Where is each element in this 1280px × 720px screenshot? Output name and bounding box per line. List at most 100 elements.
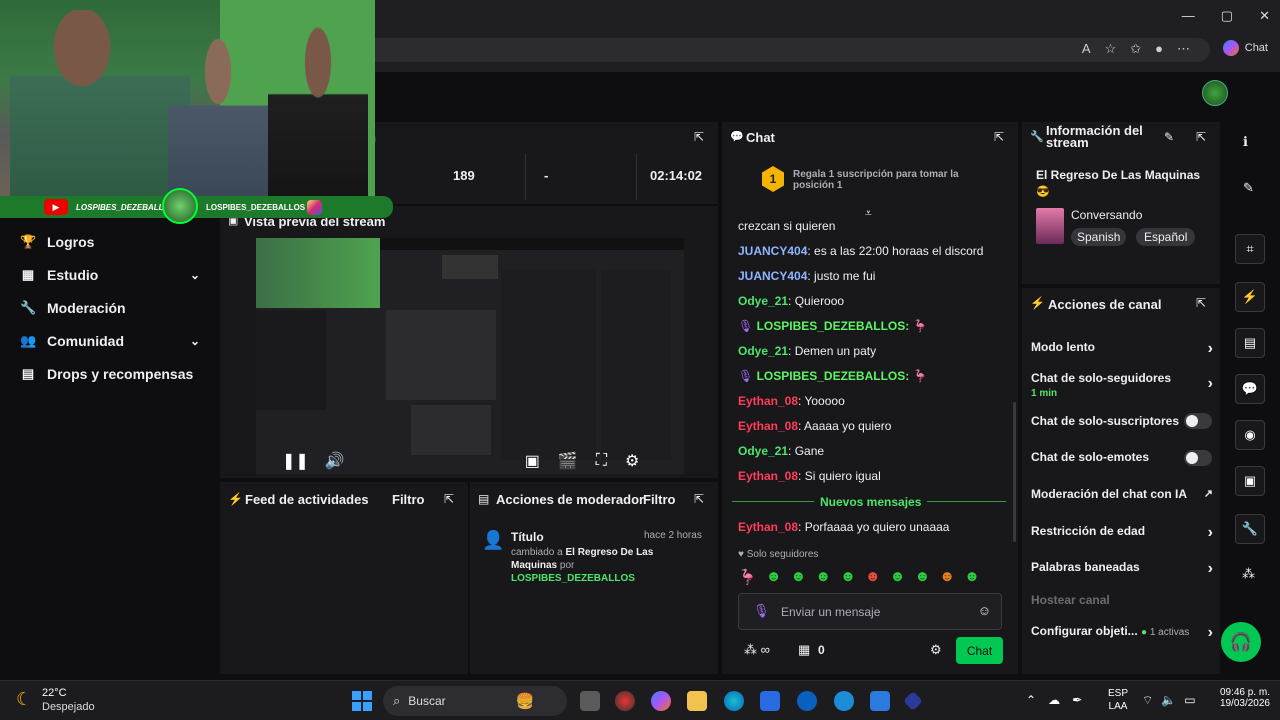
mod-view-icon[interactable]: ▣ xyxy=(1235,466,1265,496)
chat-bubble-icon[interactable]: 💬 xyxy=(1235,374,1265,404)
user-avatar[interactable] xyxy=(1202,80,1228,106)
subs-only-toggle[interactable] xyxy=(1184,413,1212,429)
volume-icon[interactable]: 🔊 xyxy=(325,451,345,471)
emote-icon[interactable]: ☻ xyxy=(840,568,856,586)
language-indicator[interactable]: ESP LAA xyxy=(1108,687,1128,713)
emote-icon[interactable]: ☻ xyxy=(766,568,782,586)
document-icon[interactable]: ▤ xyxy=(1235,328,1265,358)
edge-icon[interactable] xyxy=(724,691,744,711)
screen-capture-icon[interactable]: ⌗ xyxy=(1235,234,1265,264)
settings-icon[interactable]: ⚙ xyxy=(625,451,639,471)
emote-icon[interactable]: ☻ xyxy=(815,568,831,586)
slow-mode-row[interactable]: Modo lento › xyxy=(1031,340,1213,358)
app-icon[interactable] xyxy=(903,691,923,711)
favorite-icon[interactable]: ☆ xyxy=(1105,41,1117,57)
sidebar-item-estudio[interactable]: ▦ Estudio ⌄ xyxy=(0,258,218,291)
emote-icon[interactable]: ☻ xyxy=(790,568,806,586)
banned-words-row[interactable]: Palabras baneadas › xyxy=(1031,560,1213,578)
emote-row: 🦩 ☻ ☻ ☻ ☻ ☻ ☻ ☻ ☻ ☻ xyxy=(738,568,980,586)
popout-icon[interactable]: ⇱ xyxy=(694,492,704,506)
chat-settings-icon[interactable]: ⚙ xyxy=(930,642,942,658)
category-name[interactable]: Conversando xyxy=(1071,208,1142,222)
entry-user[interactable]: LOSPIBES_DEZEBALLOS xyxy=(511,573,635,584)
wrench-icon[interactable]: 🔧 xyxy=(1235,514,1265,544)
sidebar-item-drops[interactable]: ▤ Drops y recompensas xyxy=(0,357,218,390)
sidebar-item-comunidad[interactable]: 👥 Comunidad ⌄ xyxy=(0,324,218,357)
goals-row[interactable]: Configurar objeti... ● 1 activas › xyxy=(1031,624,1213,642)
channel-logo xyxy=(162,188,198,224)
emotes-only-toggle[interactable] xyxy=(1184,450,1212,466)
mail-icon[interactable] xyxy=(870,691,890,711)
chevron-down-icon: ⌄ xyxy=(189,333,200,348)
help-headset-icon[interactable]: 🎧 xyxy=(1221,622,1261,662)
mod-filter-button[interactable]: Filtro xyxy=(643,492,676,507)
tag-chip[interactable]: Spanish xyxy=(1071,228,1127,246)
popout-icon[interactable]: ⇱ xyxy=(694,130,704,144)
cloud-icon[interactable]: ☁ xyxy=(1048,693,1060,707)
more-icon[interactable]: ⋯ xyxy=(1177,41,1190,57)
send-chat-button[interactable]: Chat xyxy=(956,637,1003,664)
browser-app-icon[interactable] xyxy=(834,691,854,711)
chat-message: Eythan_08: Aaaaa yo quiero xyxy=(738,419,892,433)
pip-icon[interactable]: ▣ xyxy=(525,451,540,471)
maximize-button[interactable]: ▢ xyxy=(1221,8,1233,24)
chat-input[interactable]: 🎙 Enviar un mensaje ☺ xyxy=(738,593,1002,630)
pause-icon[interactable]: ❚❚ xyxy=(282,451,309,471)
user-card-icon: 👤 xyxy=(482,530,505,550)
ai-moderation-row[interactable]: Moderación del chat con IA ↗ xyxy=(1031,487,1213,505)
clock[interactable]: 09:46 p. m. 19/03/2026 xyxy=(1220,687,1270,709)
emote-icon[interactable]: 🦩 xyxy=(738,568,757,586)
followers-only-row[interactable]: Chat de solo-seguidores 1 min › xyxy=(1031,371,1213,399)
copilot-app-icon[interactable] xyxy=(651,691,671,711)
emote-icon[interactable]: ☻ xyxy=(964,568,980,586)
favorites-list-icon[interactable]: ✩ xyxy=(1130,41,1141,57)
info-icon[interactable]: ℹ xyxy=(1243,134,1248,150)
pen-icon[interactable]: ✒ xyxy=(1072,693,1082,707)
minimize-button[interactable]: — xyxy=(1182,8,1195,24)
stream-preview[interactable]: ❚❚ 🔊 ▣ 🎬 ⛶ ⚙ xyxy=(256,238,684,474)
popout-icon[interactable]: ⇱ xyxy=(994,130,1004,144)
edit-icon[interactable]: ✎ xyxy=(1164,130,1174,144)
lightning-icon[interactable]: ⚡ xyxy=(1235,282,1265,312)
close-button[interactable]: ✕ xyxy=(1259,8,1270,24)
emote-icon[interactable]: ☻ xyxy=(914,568,930,586)
sidebar-item-logros[interactable]: 🏆 Logros xyxy=(0,225,218,258)
sidebar-item-moderacion[interactable]: 🔧 Moderación xyxy=(0,291,218,324)
tag-chip[interactable]: Español xyxy=(1136,228,1196,246)
taskbar-search[interactable]: ⌕ Buscar 🍔 xyxy=(383,686,567,716)
emote-icon[interactable]: ☻ xyxy=(865,568,881,586)
age-restriction-row[interactable]: Restricción de edad › xyxy=(1031,524,1213,542)
channel-points-icon[interactable]: ⁂ ∞ xyxy=(744,642,770,658)
emote-icon[interactable]: ☻ xyxy=(890,568,906,586)
hp-icon[interactable] xyxy=(797,691,817,711)
tray-status-icons[interactable]: ⌔ 🔈 ▭ xyxy=(1142,693,1196,708)
store-app-icon[interactable] xyxy=(760,691,780,711)
obs-icon[interactable] xyxy=(615,691,635,711)
viewers-count: - xyxy=(544,168,549,183)
task-view-icon[interactable] xyxy=(580,691,600,711)
file-explorer-icon[interactable] xyxy=(687,691,707,711)
popout-icon[interactable]: ⇱ xyxy=(1196,296,1206,310)
chat-scrollbar[interactable] xyxy=(1013,402,1016,542)
collapse-icon[interactable]: ⩡ xyxy=(865,206,872,221)
popout-icon[interactable]: ⇱ xyxy=(444,492,454,506)
weather-text: Despejado xyxy=(42,701,95,713)
clip-icon[interactable]: 🎬 xyxy=(558,451,578,471)
wifi-icon: ⌔ xyxy=(1142,693,1154,707)
fullscreen-icon[interactable]: ⛶ xyxy=(596,452,607,470)
emote-icon[interactable]: ☻ xyxy=(939,568,955,586)
preview-panel: Vista previa del stream ▣ ❚❚ 🔊 ▣ 🎬 ⛶ ⚙ xyxy=(220,206,718,478)
gift-leaderboard-text[interactable]: Regala 1 suscripción para tomar la posic… xyxy=(793,169,973,191)
copilot-button[interactable]: Chat xyxy=(1222,40,1268,56)
feed-filter-button[interactable]: Filtro xyxy=(392,492,425,507)
pencil-icon[interactable]: ✎ xyxy=(1243,180,1254,196)
profile-icon[interactable]: ● xyxy=(1155,41,1163,57)
popout-icon[interactable]: ⇱ xyxy=(1196,130,1206,144)
broadcast-icon[interactable]: ◉ xyxy=(1235,420,1265,450)
chevron-up-icon[interactable]: ⌃ xyxy=(1026,693,1036,707)
start-button-icon[interactable] xyxy=(352,691,372,711)
read-aloud-icon[interactable]: A xyxy=(1082,41,1091,57)
emote-picker-icon[interactable]: ☺ xyxy=(978,603,991,618)
chat-message: crezcan si quieren xyxy=(738,219,836,233)
extensions-icon[interactable]: ⁂ xyxy=(1242,566,1255,582)
